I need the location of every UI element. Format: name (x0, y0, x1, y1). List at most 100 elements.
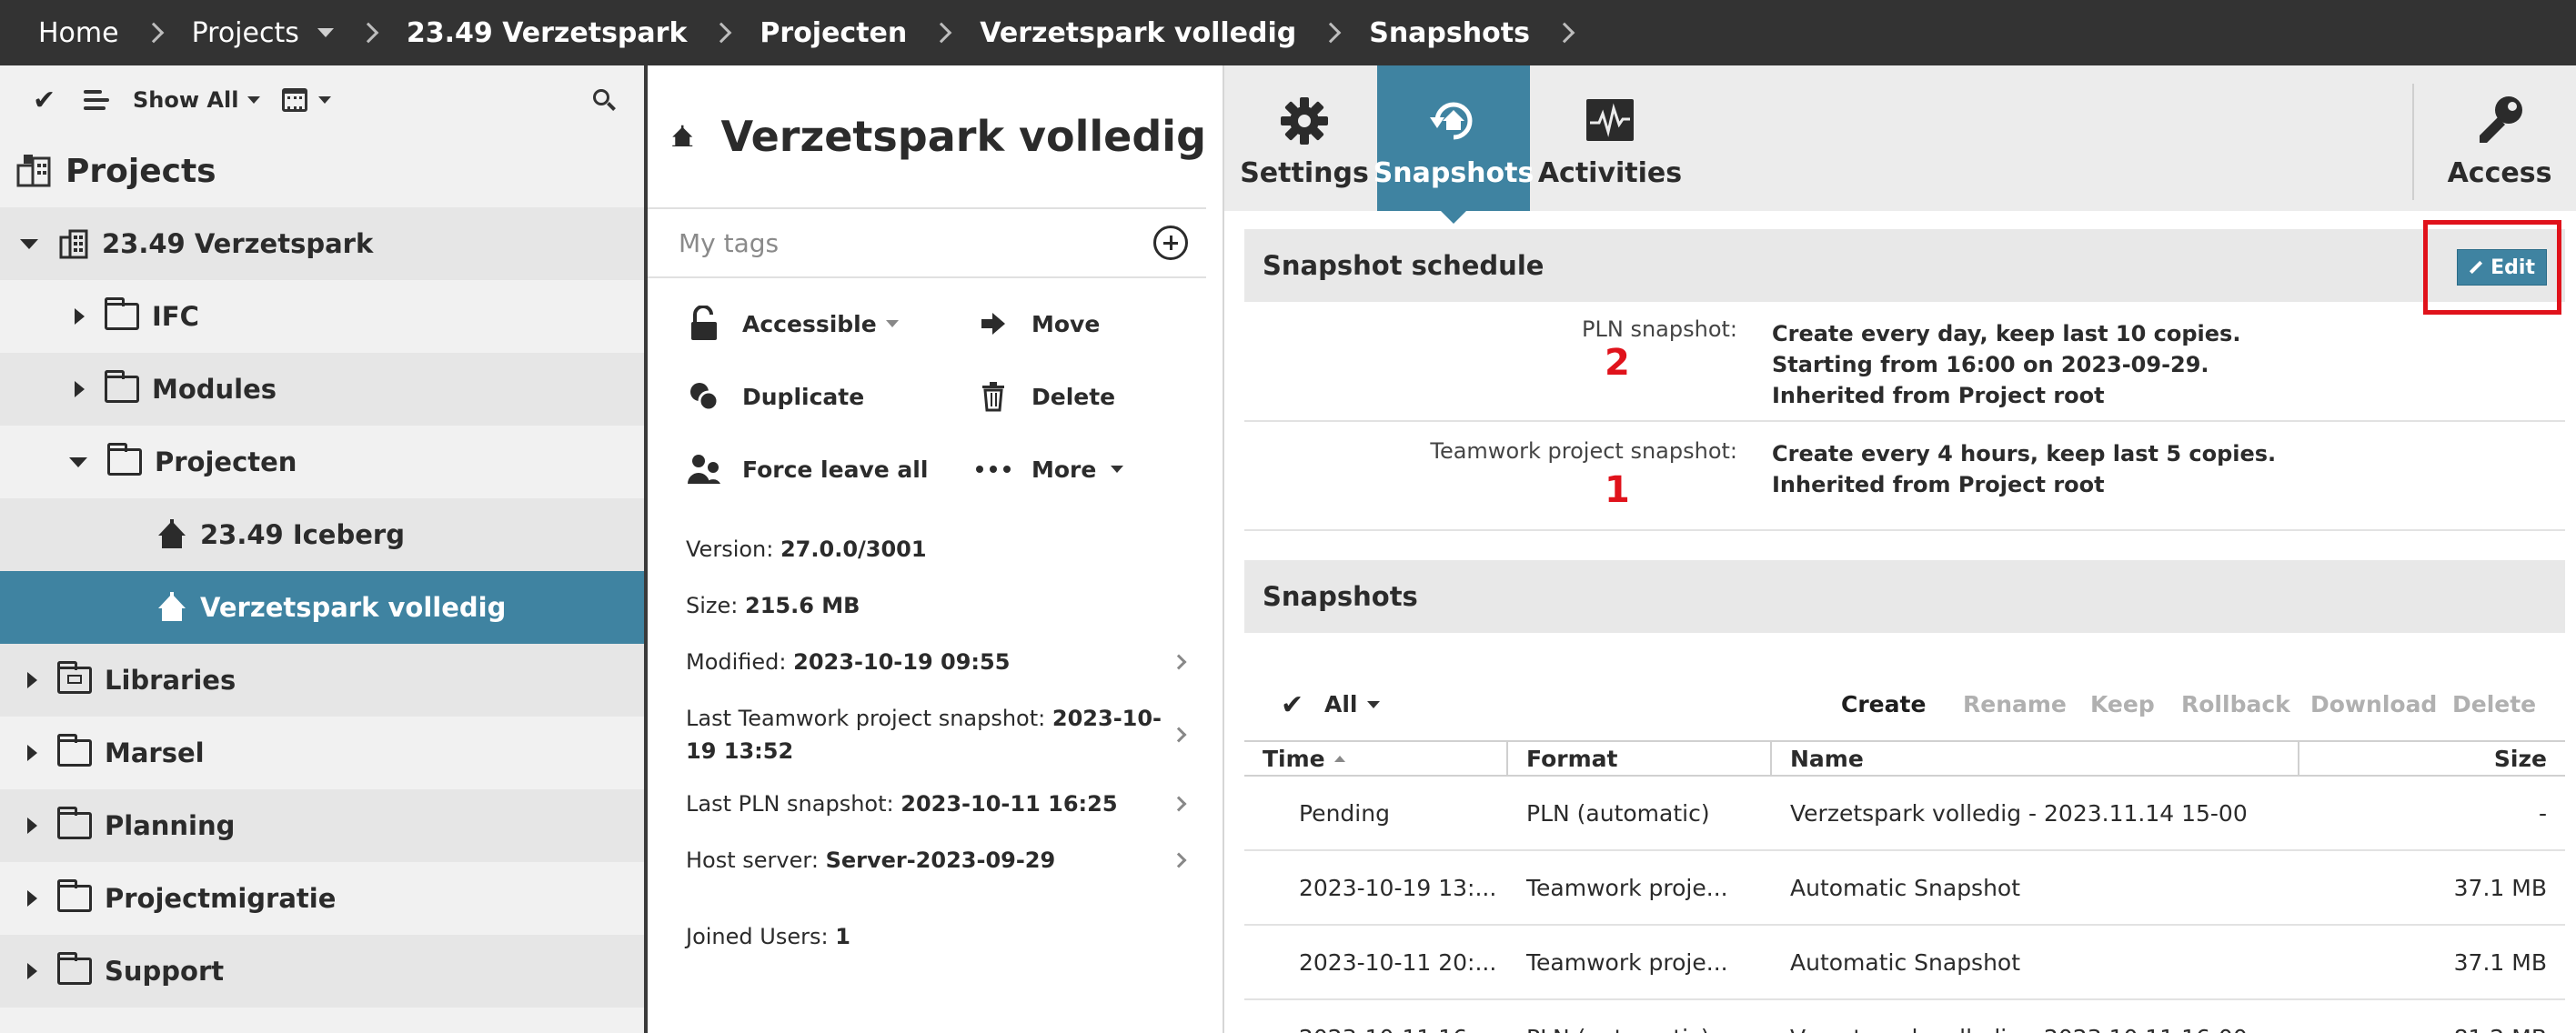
list-view-icon[interactable] (84, 90, 109, 110)
caret-down-icon (885, 320, 899, 327)
accessible-label: Accessible (742, 310, 877, 337)
folder-icon (105, 297, 139, 330)
info-teamwork-snapshot[interactable]: Last Teamwork project snapshot: 2023-10-… (686, 702, 1223, 767)
table-row[interactable]: Pending PLN (automatic) Verzetspark voll… (1244, 777, 2565, 851)
keep-button[interactable]: Keep (2090, 691, 2155, 717)
select-all-check-icon[interactable]: ✔ (33, 85, 64, 116)
column-size[interactable]: Size (2299, 740, 2565, 777)
search-icon[interactable] (593, 89, 616, 111)
breadcrumb-verzetspark[interactable]: 23.49 Verzetspark (407, 17, 688, 49)
info-pln-snapshot[interactable]: Last PLN snapshot: 2023-10-11 16:25 (686, 787, 1223, 820)
accessible-button[interactable]: Accessible (686, 287, 975, 360)
snapshot-restore-icon (1430, 102, 1473, 140)
folder-icon (57, 807, 92, 839)
expand-right-icon[interactable] (27, 745, 37, 761)
tree-item-projecten[interactable]: Projecten (0, 426, 644, 498)
caret-down-icon[interactable] (318, 96, 332, 104)
breadcrumb-projects[interactable]: Projects (192, 17, 299, 49)
tree-item-label: Verzetspark volledig (200, 592, 507, 623)
snapshots-toolbar: ✔ All Create Rename Keep Rollback Downlo… (1244, 673, 2565, 738)
tree-header-title: Projects (65, 152, 216, 190)
calendar-icon[interactable] (282, 88, 308, 112)
tree-item-planning[interactable]: Planning (0, 789, 644, 862)
table-row[interactable]: 2023-10-11 16:... PLN (automatic) Verzet… (1244, 1000, 2565, 1033)
tab-settings[interactable]: Settings (1224, 65, 1384, 211)
project-info: Version: 27.0.0/3001 Size: 215.6 MB Modi… (648, 533, 1223, 953)
teamwork-schedule-value: Create every 4 hours, keep last 5 copies… (1772, 441, 2277, 497)
tab-snapshots[interactable]: Snapshots (1374, 65, 1534, 224)
duplicate-button[interactable]: Duplicate (686, 360, 975, 433)
create-button[interactable]: Create (1841, 691, 1926, 717)
select-all-check-icon[interactable]: ✔ (1281, 689, 1303, 721)
expand-right-icon[interactable] (75, 308, 85, 325)
project-tree-panel: ✔ Show All Projects 23.49 Verzetspark IF… (0, 65, 644, 1033)
chevron-right-icon (711, 22, 732, 44)
pln-snapshot-value: 2023-10-11 16:25 (901, 791, 1118, 817)
tree-item-label: 23.49 Iceberg (200, 519, 405, 550)
users-leave-icon (686, 451, 722, 487)
caret-down-icon (1366, 700, 1380, 708)
edit-highlight-box (2423, 220, 2561, 315)
force-leave-all-button[interactable]: Force leave all (686, 433, 975, 506)
unlock-icon (686, 306, 722, 342)
breadcrumb-snapshots[interactable]: Snapshots (1369, 17, 1530, 49)
tree-header: Projects (0, 135, 644, 207)
filter-all-dropdown[interactable]: All (1324, 691, 1380, 717)
pln-marker: 2 (1605, 342, 1630, 384)
delete-snapshot-button[interactable]: Delete (2452, 691, 2536, 717)
column-time[interactable]: Time (1244, 740, 1508, 777)
more-dots-icon (975, 451, 1011, 487)
add-tag-icon[interactable] (1153, 226, 1188, 260)
tree-item-marsel[interactable]: Marsel (0, 717, 644, 789)
arrow-right-icon (975, 306, 1011, 342)
tree-item-verzetspark[interactable]: 23.49 Verzetspark (0, 207, 644, 280)
breadcrumb-verzetspark-volledig[interactable]: Verzetspark volledig (980, 17, 1296, 49)
expand-down-icon[interactable] (69, 456, 87, 467)
version-value: 27.0.0/3001 (780, 537, 927, 562)
tree-item-libraries[interactable]: Libraries (0, 644, 644, 717)
activity-chart-icon (1586, 99, 1634, 141)
house-icon (158, 519, 186, 548)
tree-item-ifc[interactable]: IFC (0, 280, 644, 353)
tags-field[interactable]: My tags (648, 209, 1206, 278)
trash-icon (975, 378, 1011, 415)
tree-item-iceberg[interactable]: 23.49 Iceberg (0, 498, 644, 571)
delete-button[interactable]: Delete (975, 360, 1248, 433)
column-format[interactable]: Format (1508, 740, 1772, 777)
table-row[interactable]: 2023-10-11 20:... Teamwork proje... Auto… (1244, 926, 2565, 1000)
project-title: Verzetspark volledig (720, 112, 1206, 161)
rename-button[interactable]: Rename (1963, 691, 2067, 717)
move-button[interactable]: Move (975, 287, 1248, 360)
expand-right-icon[interactable] (27, 672, 37, 688)
expand-right-icon[interactable] (75, 381, 85, 397)
tab-snapshots-label: Snapshots (1373, 157, 1535, 189)
chevron-right-icon (1554, 22, 1575, 44)
more-button[interactable]: More (975, 433, 1248, 506)
rollback-button[interactable]: Rollback (2181, 691, 2290, 717)
info-size: Size: 215.6 MB (686, 593, 860, 618)
tree-item-support[interactable]: Support (0, 935, 644, 1008)
expand-right-icon[interactable] (27, 963, 37, 979)
force-leave-label: Force leave all (742, 456, 929, 483)
snapshots-table: Time Format Name Size Pending PLN (autom… (1244, 740, 2565, 1033)
expand-down-icon[interactable] (20, 238, 38, 249)
tree-item-projectmigratie[interactable]: Projectmigratie (0, 862, 644, 935)
folder-icon (105, 370, 139, 403)
tree-item-modules[interactable]: Modules (0, 353, 644, 426)
tab-activities[interactable]: Activities (1530, 65, 1690, 211)
show-all-filter[interactable]: Show All (133, 87, 261, 113)
breadcrumb-projecten[interactable]: Projecten (760, 17, 907, 49)
table-row[interactable]: 2023-10-19 13:... Teamwork proje... Auto… (1244, 851, 2565, 926)
info-host-server[interactable]: Host server: Server-2023-09-29 (686, 844, 1223, 877)
breadcrumb-home[interactable]: Home (38, 17, 119, 49)
folder-icon (57, 952, 92, 985)
tab-access[interactable]: Access (2423, 65, 2576, 211)
expand-right-icon[interactable] (27, 817, 37, 834)
tree-item-verzetspark-volledig[interactable]: Verzetspark volledig (0, 571, 644, 644)
host-server-value: Server-2023-09-29 (825, 847, 1056, 873)
caret-down-icon[interactable] (317, 28, 334, 37)
expand-right-icon[interactable] (27, 890, 37, 907)
column-name[interactable]: Name (1772, 740, 2299, 777)
info-modified[interactable]: Modified: 2023-10-19 09:55 (686, 646, 1223, 678)
download-button[interactable]: Download (2310, 691, 2437, 717)
